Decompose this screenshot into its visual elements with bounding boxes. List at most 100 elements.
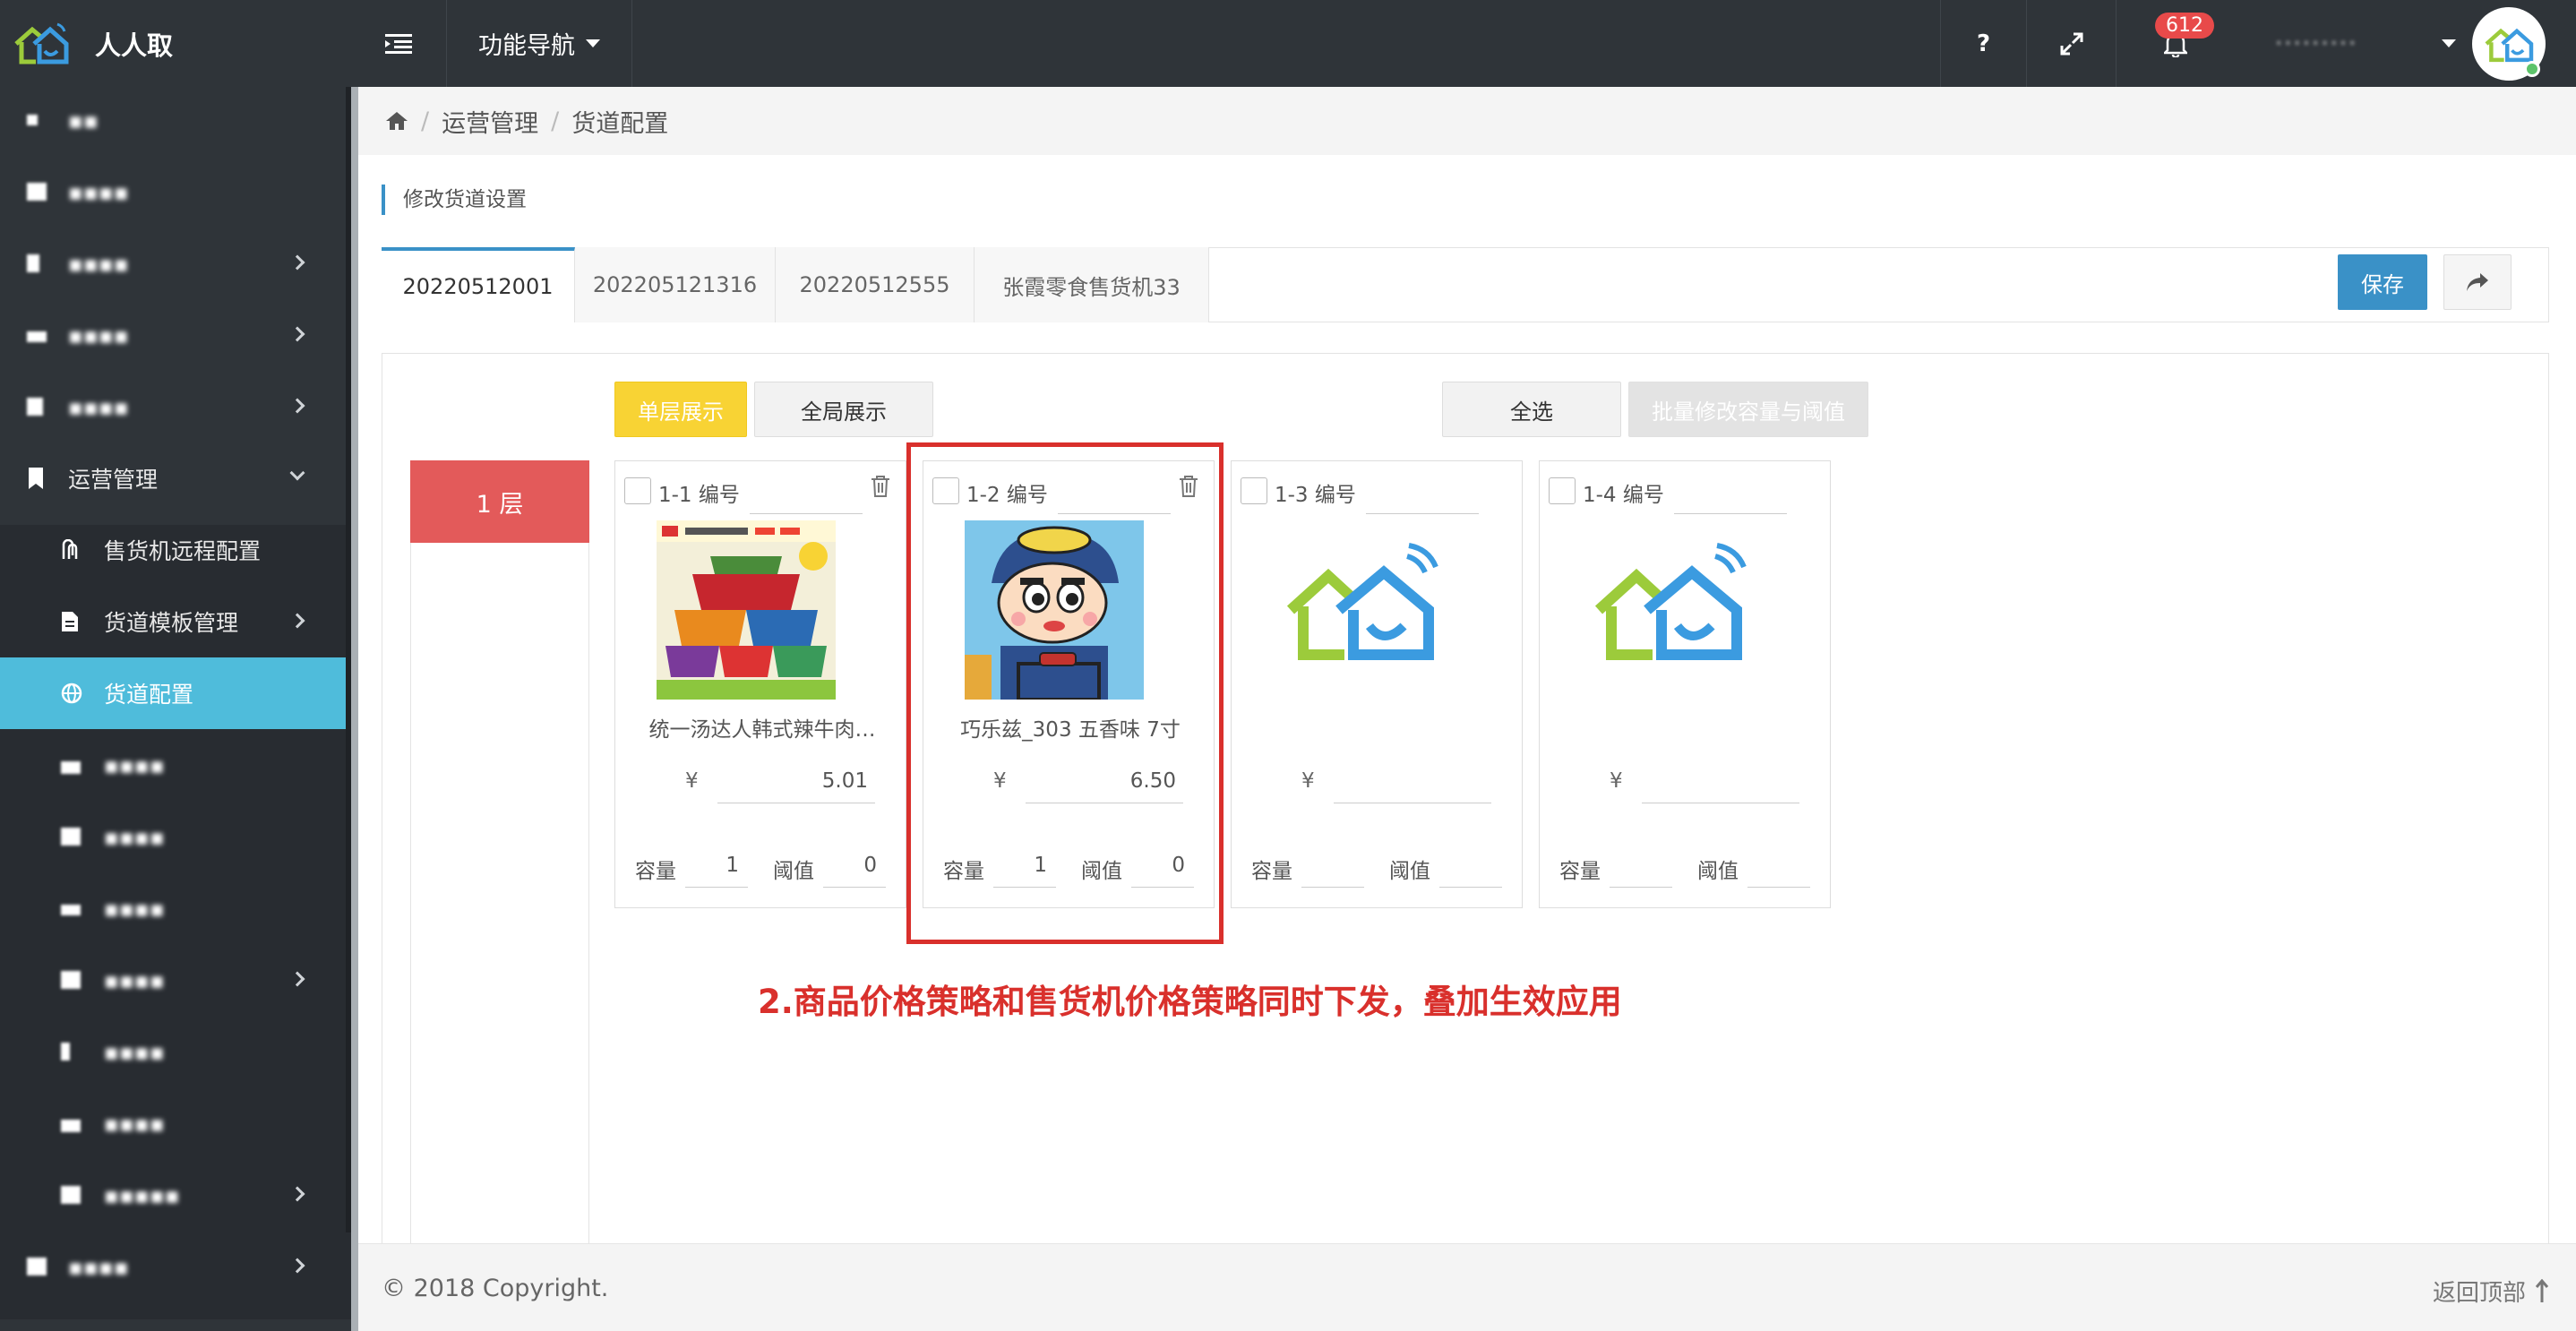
layer-tab-1[interactable]: 1 层 <box>410 460 589 543</box>
tab-machine-1[interactable]: 20220512001 <box>382 247 575 322</box>
logo[interactable]: 人人取 <box>0 0 351 87</box>
machine-tabs: 20220512001 202205121316 20220512555 张霞零… <box>382 247 2549 322</box>
menu-item-icon <box>27 1258 47 1275</box>
capacity-input[interactable]: 1 <box>685 854 748 888</box>
function-nav-dropdown[interactable]: 功能导航 <box>446 0 632 87</box>
currency-symbol: ¥ <box>685 769 699 793</box>
capacity-label: 容量 <box>635 860 676 883</box>
chevron-right-icon <box>289 398 305 414</box>
breadcrumb-operations[interactable]: 运营管理 <box>442 104 538 139</box>
bookmark-icon <box>29 468 43 489</box>
back-to-top-link[interactable]: 返回顶部 <box>2433 1275 2549 1308</box>
share-arrow-icon <box>2467 273 2488 291</box>
select-all-button[interactable]: 全选 <box>1442 382 1621 437</box>
slot-code-input[interactable] <box>1674 513 1787 514</box>
slot-card: 1-3 编号 ¥ 容量 阈值 <box>1231 460 1523 908</box>
sidebar-item-remote-config[interactable]: 售货机远程配置 <box>0 514 351 586</box>
sidebar-item-label: ▪▪▪▪ <box>104 1038 165 1065</box>
product-name: 统一汤达人韩式辣牛肉… <box>648 718 876 742</box>
capacity-label: 容量 <box>1251 860 1292 883</box>
top-bar: 人人取 功能导航 ? 612 ········· <box>0 0 2576 87</box>
slot-checkbox[interactable] <box>1549 477 1576 504</box>
layer-column <box>410 460 589 1331</box>
slot-checkbox[interactable] <box>1241 477 1267 504</box>
placeholder-logo-icon <box>1594 543 1747 660</box>
slot-card: 1-1 编号 统一汤达人韩式辣牛肉… ¥ 5.01 容量 1 阈值 0 <box>614 460 906 908</box>
menu-item-icon <box>61 971 81 989</box>
sidebar-item-sub-9[interactable]: ▪▪▪▪ <box>0 1087 351 1159</box>
sidebar-item-sub-5[interactable]: ▪▪▪▪ <box>0 801 351 872</box>
menu-item-icon <box>27 398 43 416</box>
sidebar-item-6[interactable]: ▪▪▪▪ <box>0 1231 351 1302</box>
user-name[interactable]: ········· <box>2275 30 2357 57</box>
chevron-down-icon <box>289 465 305 481</box>
slot-label: 1-1 编号 <box>658 484 740 507</box>
tab-machine-4[interactable]: 张霞零食售货机33 <box>975 247 1209 322</box>
slot-card: 1-4 编号 ¥ 容量 阈值 <box>1539 460 1831 908</box>
fullscreen-button[interactable] <box>2026 0 2116 87</box>
sidebar-item-template[interactable]: 货道模板管理 <box>0 586 351 657</box>
product-image[interactable] <box>657 520 836 700</box>
sidebar-item-sub-10[interactable]: ▪▪▪▪▪ <box>0 1159 351 1231</box>
price-input[interactable] <box>1334 769 1491 803</box>
save-button[interactable]: 保存 <box>2338 254 2427 310</box>
slot-code-input[interactable] <box>750 513 863 514</box>
help-button[interactable]: ? <box>1940 0 2026 87</box>
single-layer-button[interactable]: 单层展示 <box>614 382 747 437</box>
breadcrumb-current: 货道配置 <box>571 109 669 138</box>
global-view-button[interactable]: 全局展示 <box>754 382 933 437</box>
sidebar-item-slot-config[interactable]: 货道配置 <box>0 657 351 729</box>
user-caret-down-icon[interactable] <box>2442 39 2456 47</box>
footer: © 2018 Copyright. 返回顶部 <box>358 1243 2576 1331</box>
chevron-right-icon <box>289 613 305 629</box>
sidebar-item-sub-6[interactable]: ▪▪▪▪ <box>0 872 351 944</box>
sidebar-item-4[interactable]: ▪▪▪▪ <box>0 299 351 371</box>
slot-code-input[interactable] <box>1366 513 1479 514</box>
sidebar-item-sub-8[interactable]: ▪▪▪▪ <box>0 1016 351 1087</box>
share-button[interactable] <box>2443 254 2512 310</box>
capacity-label: 容量 <box>1559 860 1601 883</box>
sidebar-item-2[interactable]: ▪▪▪▪ <box>0 156 351 228</box>
threshold-label: 阈值 <box>1389 860 1430 883</box>
menu-item-icon <box>61 905 81 915</box>
sidebar-item-3[interactable]: ▪▪▪▪ <box>0 228 351 299</box>
capacity-input[interactable] <box>1301 854 1364 888</box>
capacity-input[interactable] <box>1610 854 1672 888</box>
sidebar-item-label: ▪▪▪▪ <box>104 966 165 993</box>
price-input[interactable] <box>1642 769 1799 803</box>
home-icon[interactable] <box>385 111 408 131</box>
sidebar-item-label: ▪▪▪▪ <box>68 178 129 205</box>
panel-title: 修改货道设置 <box>382 185 527 215</box>
sidebar-item-operations[interactable]: 运营管理 <box>0 442 351 514</box>
trash-icon[interactable] <box>868 474 893 499</box>
batch-edit-button[interactable]: 批量修改容量与阈值 <box>1628 382 1868 437</box>
currency-symbol: ¥ <box>1610 769 1623 793</box>
price-input[interactable]: 5.01 <box>717 769 875 803</box>
document-icon <box>62 612 78 631</box>
threshold-input[interactable]: 0 <box>823 854 886 888</box>
sidebar-item-1[interactable]: ▪▪ <box>0 84 351 156</box>
threshold-input[interactable] <box>1439 854 1502 888</box>
threshold-input[interactable] <box>1747 854 1810 888</box>
indent-icon <box>385 33 412 54</box>
sidebar-item-label: ▪▪▪▪ <box>104 823 165 850</box>
sidebar-item-5[interactable]: ▪▪▪▪ <box>0 371 351 442</box>
tab-machine-3[interactable]: 20220512555 <box>776 247 975 322</box>
highlight-box <box>906 442 1224 944</box>
sidebar-item-sub-7[interactable]: ▪▪▪▪ <box>0 944 351 1016</box>
sidebar-item-sub-4[interactable]: ▪▪▪▪ <box>0 729 351 801</box>
sidebar-item-label: ▪▪ <box>68 107 99 133</box>
menu-item-icon <box>61 1186 81 1204</box>
sidebar-item-label: ▪▪▪▪ <box>104 1110 165 1137</box>
machine-icon <box>62 539 78 559</box>
slot-label: 1-4 编号 <box>1583 484 1664 507</box>
caret-down-icon <box>586 39 600 47</box>
tab-machine-2[interactable]: 202205121316 <box>575 247 776 322</box>
sidebar-item-label: ▪▪▪▪ <box>68 1253 129 1280</box>
expand-icon <box>2060 32 2082 55</box>
notification-badge: 612 <box>2155 13 2214 39</box>
menu-item-icon <box>61 1120 81 1132</box>
slot-checkbox[interactable] <box>624 477 651 504</box>
menu-toggle-button[interactable] <box>351 0 446 87</box>
sidebar-item-label: 货道配置 <box>104 682 194 708</box>
